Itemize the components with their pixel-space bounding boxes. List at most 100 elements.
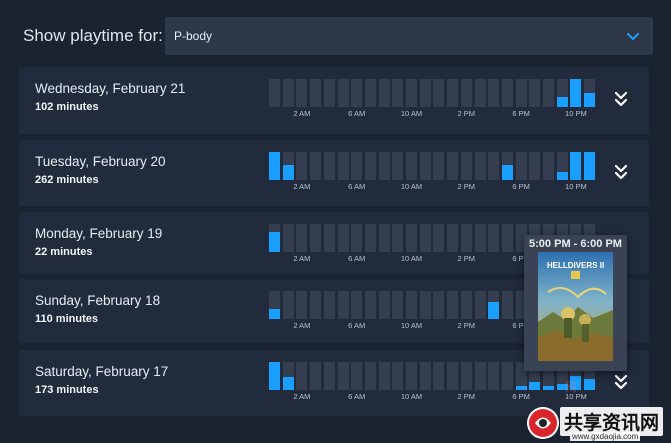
hour-cell[interactable] [474, 152, 486, 180]
expand-chevrons-icon[interactable] [613, 374, 629, 392]
hour-cell[interactable] [392, 362, 404, 390]
hour-cell[interactable] [364, 291, 376, 319]
hour-cell[interactable] [474, 224, 486, 252]
hour-cell[interactable] [570, 152, 582, 180]
hour-cell[interactable] [269, 79, 280, 107]
hour-cell[interactable] [337, 291, 349, 319]
hour-cell[interactable] [296, 152, 308, 180]
hour-cell[interactable] [378, 152, 390, 180]
hour-cell[interactable] [269, 152, 280, 180]
expand-chevrons-icon[interactable] [613, 164, 629, 182]
hour-cell[interactable] [310, 79, 322, 107]
hour-cell[interactable] [364, 152, 376, 180]
hour-cell[interactable] [337, 152, 349, 180]
hour-cell[interactable] [419, 79, 431, 107]
hour-cell[interactable] [433, 362, 445, 390]
hour-cell[interactable] [351, 362, 363, 390]
hour-cell[interactable] [282, 291, 294, 319]
hour-cell[interactable] [378, 362, 390, 390]
hour-cell[interactable] [323, 152, 335, 180]
hour-cell[interactable] [543, 79, 554, 107]
hour-cell[interactable] [378, 224, 390, 252]
hour-cell[interactable] [406, 224, 417, 252]
hour-cell[interactable] [269, 224, 280, 252]
hour-cell[interactable] [269, 362, 280, 390]
hour-cell[interactable] [447, 152, 459, 180]
hour-cell[interactable] [351, 224, 363, 252]
hour-cell[interactable] [406, 362, 417, 390]
hour-cell[interactable] [419, 362, 431, 390]
hour-cell[interactable] [419, 152, 431, 180]
hour-cell[interactable] [501, 362, 513, 390]
hour-cell[interactable] [323, 362, 335, 390]
hour-cell[interactable] [501, 79, 513, 107]
hour-cell[interactable] [447, 79, 459, 107]
hour-cell[interactable] [460, 224, 472, 252]
hour-cell[interactable] [364, 362, 376, 390]
hour-cell[interactable] [460, 362, 472, 390]
hour-cell[interactable] [406, 79, 417, 107]
hour-cell[interactable] [556, 152, 568, 180]
hour-cell[interactable] [488, 362, 500, 390]
hour-cell[interactable] [351, 291, 363, 319]
hour-cell[interactable] [378, 79, 390, 107]
hourly-playtime-bars[interactable] [269, 79, 599, 107]
hour-cell[interactable] [282, 224, 294, 252]
hour-cell[interactable] [501, 291, 513, 319]
hour-cell[interactable] [447, 362, 459, 390]
hour-cell[interactable] [392, 79, 404, 107]
hour-cell[interactable] [351, 79, 363, 107]
hour-cell[interactable] [515, 79, 527, 107]
hour-cell[interactable] [392, 152, 404, 180]
hour-cell[interactable] [584, 152, 596, 180]
hour-cell[interactable] [406, 152, 417, 180]
hour-cell[interactable] [378, 291, 390, 319]
hour-cell[interactable] [447, 224, 459, 252]
hour-cell[interactable] [433, 224, 445, 252]
hour-cell[interactable] [501, 224, 513, 252]
hour-cell[interactable] [310, 362, 322, 390]
expand-chevrons-icon[interactable] [613, 91, 629, 109]
hour-cell[interactable] [543, 152, 554, 180]
hour-cell[interactable] [310, 291, 322, 319]
hour-cell[interactable] [460, 291, 472, 319]
hour-cell[interactable] [406, 291, 417, 319]
hour-cell[interactable] [296, 79, 308, 107]
hour-cell[interactable] [282, 152, 294, 180]
hour-cell[interactable] [269, 291, 280, 319]
hour-cell[interactable] [296, 224, 308, 252]
hour-cell[interactable] [323, 79, 335, 107]
hour-cell[interactable] [323, 291, 335, 319]
game-select-dropdown[interactable]: P-body [165, 17, 653, 55]
hour-cell[interactable] [433, 152, 445, 180]
hour-cell[interactable] [556, 79, 568, 107]
hour-cell[interactable] [529, 152, 541, 180]
hour-cell[interactable] [474, 291, 486, 319]
hour-cell[interactable] [296, 291, 308, 319]
hour-cell[interactable] [584, 79, 596, 107]
hour-cell[interactable] [488, 291, 500, 319]
hour-cell[interactable] [392, 224, 404, 252]
hour-cell[interactable] [460, 79, 472, 107]
hour-cell[interactable] [488, 79, 500, 107]
hour-cell[interactable] [310, 152, 322, 180]
hour-cell[interactable] [501, 152, 513, 180]
hour-cell[interactable] [460, 152, 472, 180]
hour-cell[interactable] [296, 362, 308, 390]
hour-cell[interactable] [419, 291, 431, 319]
hour-cell[interactable] [570, 79, 582, 107]
hour-cell[interactable] [282, 79, 294, 107]
hour-cell[interactable] [474, 79, 486, 107]
hour-cell[interactable] [433, 291, 445, 319]
hour-cell[interactable] [488, 152, 500, 180]
hour-cell[interactable] [323, 224, 335, 252]
hour-cell[interactable] [310, 224, 322, 252]
hour-cell[interactable] [364, 79, 376, 107]
hour-cell[interactable] [282, 362, 294, 390]
hour-cell[interactable] [433, 79, 445, 107]
hourly-playtime-bars[interactable] [269, 152, 599, 180]
hour-cell[interactable] [337, 362, 349, 390]
hour-cell[interactable] [337, 224, 349, 252]
hour-cell[interactable] [529, 79, 541, 107]
hour-cell[interactable] [364, 224, 376, 252]
